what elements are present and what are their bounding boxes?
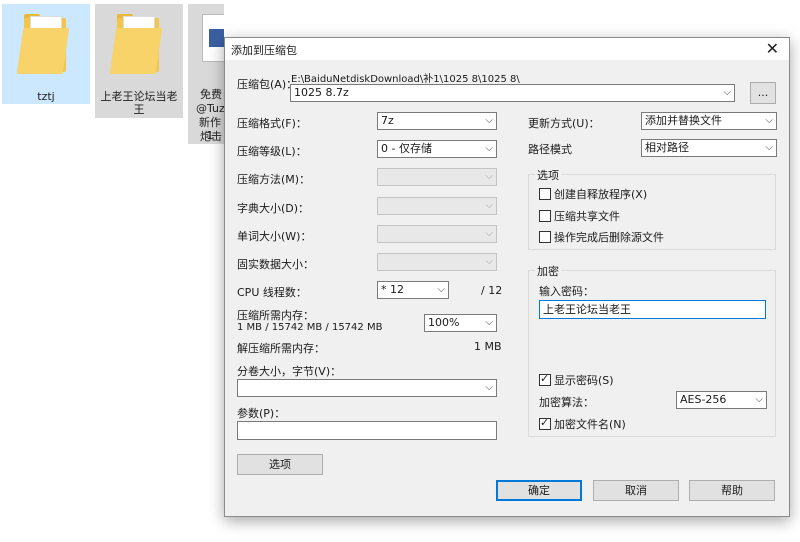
method-label: 压缩方法(M)： bbox=[237, 173, 311, 186]
shared-files-checkbox[interactable]: 压缩共享文件 bbox=[539, 208, 620, 224]
folder-icon bbox=[16, 12, 70, 74]
chevron-down-icon: ⌵ bbox=[485, 143, 493, 154]
sfx-checkbox[interactable]: 创建自释放程序(X) bbox=[539, 186, 647, 202]
checkbox-box bbox=[539, 372, 551, 386]
chevron-down-icon: ⌵ bbox=[485, 200, 493, 211]
chevron-down-icon: ⌵ bbox=[765, 142, 773, 153]
mem-decomp-label: 解压缩所需内存： bbox=[237, 342, 325, 355]
split-label: 分卷大小，字节(V)： bbox=[237, 365, 342, 378]
video-file-icon bbox=[202, 14, 224, 62]
update-mode-select[interactable]: 添加并替换文件 ⌵ bbox=[641, 112, 777, 130]
level-label: 压缩等级(L)： bbox=[237, 145, 307, 158]
archive-filename-value: 1025 8.7z bbox=[294, 86, 349, 99]
format-label: 压缩格式(F)： bbox=[237, 117, 307, 130]
delete-after-checkbox[interactable]: 操作完成后删除源文件 bbox=[539, 229, 664, 245]
chevron-down-icon: ⌵ bbox=[437, 284, 445, 295]
word-select[interactable]: ⌵ bbox=[377, 225, 497, 243]
checkbox-box bbox=[539, 416, 551, 430]
archive-label: 压缩包(A)： bbox=[237, 78, 298, 91]
chevron-down-icon: ⌵ bbox=[765, 115, 773, 126]
update-label: 更新方式(U)： bbox=[528, 117, 600, 130]
help-button[interactable]: 帮助 bbox=[689, 480, 775, 501]
desktop-icon-label-line: @Tuza bbox=[196, 102, 224, 115]
title-bar: 添加到压缩包 ✕ bbox=[225, 38, 789, 60]
encryption-method-value: AES-256 bbox=[680, 393, 727, 406]
path-mode-value: 相对路径 bbox=[645, 141, 689, 154]
archive-path: E:\BaiduNetdiskDownload\补1\1025 8\1025 8… bbox=[291, 74, 520, 85]
path-mode-select[interactable]: 相对路径 ⌵ bbox=[641, 139, 777, 157]
desktop-icon-folder-laowang[interactable]: 上老王论坛当老王 bbox=[95, 4, 183, 118]
folder-icon bbox=[109, 12, 163, 74]
desktop-icon-video[interactable]: 免费 @Tuza 新作 1 炮击 bbox=[188, 4, 224, 144]
solid-label: 固实数据大小： bbox=[237, 258, 314, 271]
level-select[interactable]: 0 - 仅存储 ⌵ bbox=[377, 140, 497, 158]
threads-value: * 12 bbox=[381, 283, 404, 296]
desktop-icon-label: 上老王论坛当老王 bbox=[100, 90, 178, 116]
password-input[interactable]: 上老王论坛当老王 bbox=[539, 300, 766, 319]
dialog-title: 添加到压缩包 bbox=[231, 44, 297, 57]
archive-filename-combo[interactable]: 1025 8.7z ⌵ bbox=[290, 84, 735, 102]
checkbox-box bbox=[539, 188, 551, 200]
shared-files-checkbox-label: 压缩共享文件 bbox=[554, 210, 620, 223]
password-label: 输入密码： bbox=[539, 285, 594, 298]
options-group-title: 选项 bbox=[535, 167, 561, 183]
threads-select[interactable]: * 12 ⌵ bbox=[377, 281, 449, 299]
params-label: 参数(P)： bbox=[237, 407, 286, 420]
params-input[interactable] bbox=[237, 421, 497, 440]
encrypt-filenames-checkbox-label: 加密文件名(N) bbox=[554, 418, 626, 431]
update-mode-value: 添加并替换文件 bbox=[645, 114, 722, 127]
options-button[interactable]: 选项 bbox=[237, 454, 323, 475]
format-select[interactable]: 7z ⌵ bbox=[377, 112, 497, 130]
desktop-icon-label-line: 免费 bbox=[200, 88, 222, 101]
browse-button[interactable]: ... bbox=[750, 82, 776, 104]
solid-select[interactable]: ⌵ bbox=[377, 253, 497, 271]
show-password-checkbox-label: 显示密码(S) bbox=[554, 374, 614, 387]
desktop-icon-label: tztj bbox=[37, 90, 55, 103]
dict-label: 字典大小(D)： bbox=[237, 202, 310, 215]
encrypt-filenames-checkbox[interactable]: 加密文件名(N) bbox=[539, 416, 626, 432]
dict-select[interactable]: ⌵ bbox=[377, 197, 497, 215]
format-value: 7z bbox=[381, 114, 394, 127]
options-group: 选项 创建自释放程序(X) 压缩共享文件 操作完成后删除源文件 bbox=[528, 167, 776, 250]
sfx-checkbox-label: 创建自释放程序(X) bbox=[554, 188, 648, 201]
mem-comp-label: 压缩所需内存： bbox=[237, 309, 314, 322]
chevron-down-icon: ⌵ bbox=[485, 382, 493, 393]
chevron-down-icon: ⌵ bbox=[485, 317, 493, 328]
level-value: 0 - 仅存储 bbox=[381, 142, 432, 155]
chevron-down-icon: ⌵ bbox=[723, 87, 731, 98]
ok-button[interactable]: 确定 bbox=[496, 480, 582, 501]
chevron-down-icon: ⌵ bbox=[485, 171, 493, 182]
mem-comp-detail: 1 MB / 15742 MB / 15742 MB bbox=[237, 322, 383, 333]
encryption-group-title: 加密 bbox=[535, 263, 561, 279]
close-icon[interactable]: ✕ bbox=[766, 39, 779, 58]
chevron-down-icon: ⌵ bbox=[755, 394, 763, 405]
encryption-group: 加密 输入密码： 上老王论坛当老王 显示密码(S) 加密算法： AES-256 ⌵… bbox=[528, 263, 776, 437]
mem-decomp-value: 1 MB bbox=[474, 340, 502, 353]
chevron-down-icon: ⌵ bbox=[485, 256, 493, 267]
chevron-down-icon: ⌵ bbox=[485, 228, 493, 239]
show-password-checkbox[interactable]: 显示密码(S) bbox=[539, 372, 614, 388]
encryption-method-label: 加密算法： bbox=[539, 396, 594, 409]
desktop-icon-label-line: 炮击 bbox=[200, 130, 222, 143]
encryption-method-select[interactable]: AES-256 ⌵ bbox=[676, 391, 767, 409]
method-select[interactable]: ⌵ bbox=[377, 168, 497, 186]
checkbox-box bbox=[539, 231, 551, 243]
threads-label: CPU 线程数： bbox=[237, 286, 307, 299]
split-size-combo[interactable]: ⌵ bbox=[237, 379, 497, 397]
pathmode-label: 路径模式 bbox=[528, 143, 572, 156]
chevron-down-icon: ⌵ bbox=[485, 115, 493, 126]
cancel-button[interactable]: 取消 bbox=[593, 480, 679, 501]
add-to-archive-dialog: 添加到压缩包 ✕ 压缩包(A)： E:\BaiduNetdiskDownload… bbox=[224, 37, 790, 517]
delete-after-checkbox-label: 操作完成后删除源文件 bbox=[554, 231, 664, 244]
checkbox-box bbox=[539, 210, 551, 222]
mem-percent-value: 100% bbox=[428, 316, 460, 329]
threads-max: / 12 bbox=[481, 284, 503, 297]
desktop-icon-tztj[interactable]: tztj bbox=[2, 4, 90, 104]
mem-percent-select[interactable]: 100% ⌵ bbox=[424, 314, 497, 332]
word-label: 单词大小(W)： bbox=[237, 230, 312, 243]
